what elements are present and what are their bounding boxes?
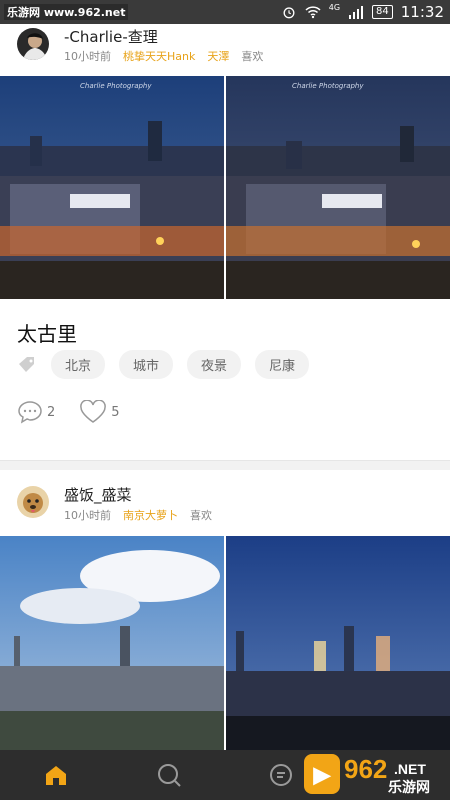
svg-text:▶: ▶	[313, 762, 332, 787]
avatar[interactable]	[17, 486, 49, 518]
like-count: 5	[111, 404, 120, 420]
heart-icon	[80, 400, 107, 423]
like-suffix: 喜欢	[190, 509, 212, 522]
photo[interactable]	[0, 536, 224, 750]
tag-chip[interactable]: 城市	[119, 350, 174, 379]
tag-chip[interactable]: 夜景	[187, 350, 242, 379]
status-bar: 乐游网 www.962.net 4G 84 11:32	[0, 0, 450, 24]
clock: 11:32	[400, 3, 444, 21]
liker-link[interactable]: 南京大萝卜	[123, 507, 178, 523]
like-suffix: 喜欢	[241, 50, 264, 63]
nav-search-button[interactable]	[113, 750, 226, 800]
tag-chip[interactable]: 北京	[51, 350, 106, 379]
like-button[interactable]: 5	[79, 400, 120, 424]
wifi-icon	[305, 6, 321, 19]
username[interactable]: 盛饭_盛菜	[64, 484, 132, 505]
photo-grid	[0, 536, 450, 750]
network-type: 4G	[328, 3, 341, 12]
comment-icon	[18, 401, 42, 424]
status-icons: 4G 84 11:32	[281, 2, 444, 22]
liker-link[interactable]: 天澤	[207, 48, 229, 64]
logo-number: 962	[344, 754, 387, 784]
username[interactable]: -Charlie-查理	[64, 26, 158, 47]
post-meta: 10小时前 桃挚天天Hank 天澤 喜欢	[64, 48, 263, 64]
comment-button[interactable]: 2	[17, 400, 55, 424]
comment-count: 2	[47, 404, 56, 420]
photo[interactable]: Charlie Photography	[226, 76, 450, 299]
nav-home-button[interactable]	[0, 750, 113, 800]
post-header: 盛饭_盛菜 10小时前 南京大萝卜 喜欢	[0, 480, 450, 530]
signal-icon	[349, 6, 364, 19]
logo-net: .NET	[394, 761, 426, 777]
post-title: 太古里	[17, 322, 77, 346]
post-actions: 2 5	[17, 400, 120, 424]
alarm-icon	[283, 7, 295, 19]
post-time: 10小时前	[64, 509, 111, 522]
tag-icon	[19, 356, 34, 372]
photo-grid: Charlie Photography Charlie Photography	[0, 76, 450, 299]
post-header: -Charlie-查理 10小时前 桃挚天天Hank 天澤 喜欢	[0, 24, 450, 74]
post-time: 10小时前	[64, 50, 111, 63]
battery-level: 84	[372, 5, 393, 19]
watermark: 乐游网 www.962.net	[4, 4, 129, 20]
tag-chip[interactable]: 尼康	[255, 350, 310, 379]
message-icon	[270, 764, 293, 786]
avatar[interactable]	[17, 28, 49, 60]
photo-watermark: Charlie Photography	[292, 82, 364, 90]
home-icon	[46, 766, 67, 785]
photo[interactable]	[226, 536, 450, 750]
tag-list: 北京 城市 夜景 尼康	[17, 350, 310, 379]
brand-logo: ▶ 962 .NET 乐游网	[304, 754, 430, 796]
logo-caption: 乐游网	[388, 779, 430, 796]
photo-watermark: Charlie Photography	[80, 82, 152, 90]
liker-link[interactable]: 桃挚天天Hank	[123, 48, 195, 64]
feed-divider	[0, 460, 450, 470]
post-meta: 10小时前 南京大萝卜 喜欢	[64, 507, 212, 523]
photo[interactable]: Charlie Photography	[0, 76, 224, 299]
search-icon	[157, 764, 181, 787]
